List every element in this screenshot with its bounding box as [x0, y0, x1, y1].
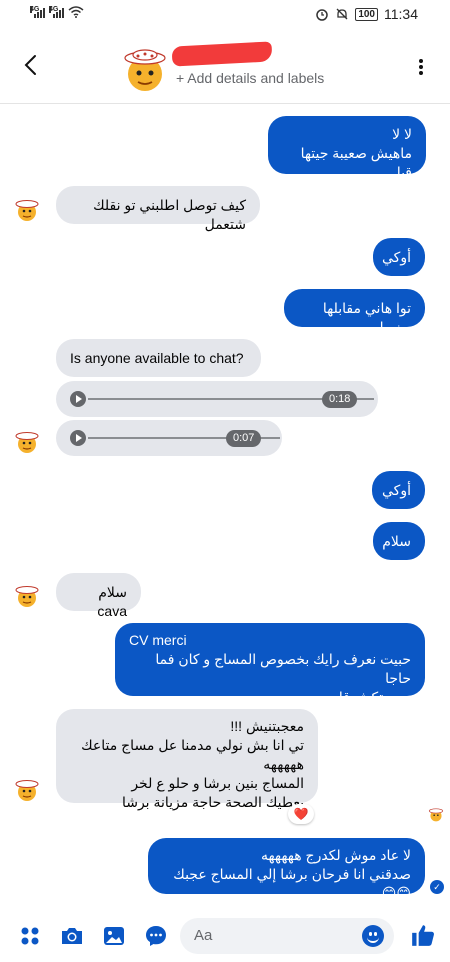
message-text: معجبتكش قلي	[326, 689, 411, 705]
message-composer: Aa	[0, 912, 450, 962]
outgoing-message[interactable]: لا عاد موش لكدرج هههههه صدقني انا فرحان …	[148, 838, 425, 901]
incoming-message[interactable]: كيف توصل اطلبني تو نقلك شتعمل	[56, 186, 260, 232]
contact-avatar	[15, 780, 39, 801]
message-text: حبيت نعرف رايك بخصوص المساج و كان فما حا…	[155, 651, 411, 686]
emoji-icon[interactable]	[362, 925, 384, 947]
reaction-heart[interactable]: ❤️	[288, 804, 314, 824]
clock: 11:34	[384, 6, 418, 22]
read-receipt-avatar	[428, 808, 444, 822]
message-text: ماهيش صعيبة جيتها قبل	[300, 145, 412, 180]
contact-avatar[interactable]	[120, 44, 170, 94]
contact-avatar	[15, 432, 39, 453]
message-text: CV merci	[129, 632, 187, 648]
message-text: لا عاد موش لكدرج هههههه	[260, 847, 411, 863]
mute-icon	[336, 8, 348, 20]
message-text: تي انا بش نولي مدمنا عل مساج متاعك ههههه…	[81, 737, 304, 772]
message-text: أوكي	[382, 482, 411, 498]
outgoing-message[interactable]: سلام	[373, 522, 425, 560]
camera-icon[interactable]	[60, 924, 84, 948]
network-type-label: 4G	[49, 6, 59, 13]
gallery-icon[interactable]	[102, 924, 126, 948]
conversation-header: + Add details and labels	[0, 30, 450, 104]
voice-message[interactable]: 0:07	[56, 420, 282, 456]
more-options-icon[interactable]	[418, 58, 424, 76]
outgoing-message[interactable]: لا لا ماهيش صعيبة جيتها قبل	[268, 116, 426, 180]
contact-avatar	[15, 586, 39, 607]
incoming-message[interactable]: معجبتنيش !!! تي انا بش نولي مدمنا عل مسا…	[56, 709, 318, 810]
outgoing-message[interactable]: توا هاني مقابلها بضبط	[284, 289, 425, 335]
message-text: لا لا	[392, 126, 412, 142]
status-bar: 4G 4G 100 11:34	[0, 0, 450, 30]
message-text: معجبتنيش !!!	[230, 718, 304, 734]
voice-duration: 0:07	[226, 430, 262, 447]
message-text: كيف توصل اطلبني تو نقلك شتعمل	[93, 197, 246, 232]
incoming-message[interactable]: Is anyone available to chat?	[56, 339, 261, 377]
signal-icon: 4G	[49, 6, 64, 18]
message-text: سلام cava	[97, 584, 127, 619]
incoming-message[interactable]: سلام cava	[56, 573, 141, 619]
message-text: توا هاني مقابلها بضبط	[322, 300, 411, 335]
play-icon[interactable]	[70, 430, 86, 446]
thumbs-up-icon[interactable]	[410, 922, 436, 948]
add-details-link[interactable]: + Add details and labels	[176, 70, 324, 86]
message-text: Is anyone available to chat?	[70, 350, 244, 366]
outgoing-message[interactable]: أوكي	[372, 471, 425, 509]
apps-icon[interactable]	[18, 924, 42, 948]
wifi-icon	[68, 6, 84, 18]
network-type-label: 4G	[30, 6, 40, 13]
contact-name-redacted	[171, 41, 273, 67]
outgoing-message[interactable]: CV merci حبيت نعرف رايك بخصوص المساج و ك…	[115, 623, 425, 705]
message-text: المساج بنين برشا و حلو ع لخر	[131, 775, 304, 791]
outgoing-message[interactable]: أوكي	[373, 238, 425, 276]
message-input[interactable]: Aa	[180, 918, 394, 954]
back-arrow-icon[interactable]	[20, 52, 42, 78]
message-input-placeholder: Aa	[194, 927, 213, 944]
signal-icon: 4G	[30, 6, 45, 18]
contact-avatar	[15, 200, 39, 221]
message-text: سلام	[382, 533, 411, 549]
message-text: يعطيك الصحة حاجة مزيانة برشا	[121, 794, 304, 810]
play-icon[interactable]	[70, 391, 86, 407]
messenger-icon[interactable]	[144, 924, 168, 948]
message-text: أوكي	[382, 249, 411, 265]
message-text: صدقني انا فرحان برشا إلي المساج عجبك 😊😊	[173, 866, 411, 901]
voice-duration: 0:18	[322, 391, 358, 408]
battery-indicator: 100	[355, 7, 378, 21]
voice-message[interactable]: 0:18	[56, 381, 378, 417]
alarm-icon	[316, 9, 329, 21]
sent-check-icon: ✓	[430, 880, 444, 894]
